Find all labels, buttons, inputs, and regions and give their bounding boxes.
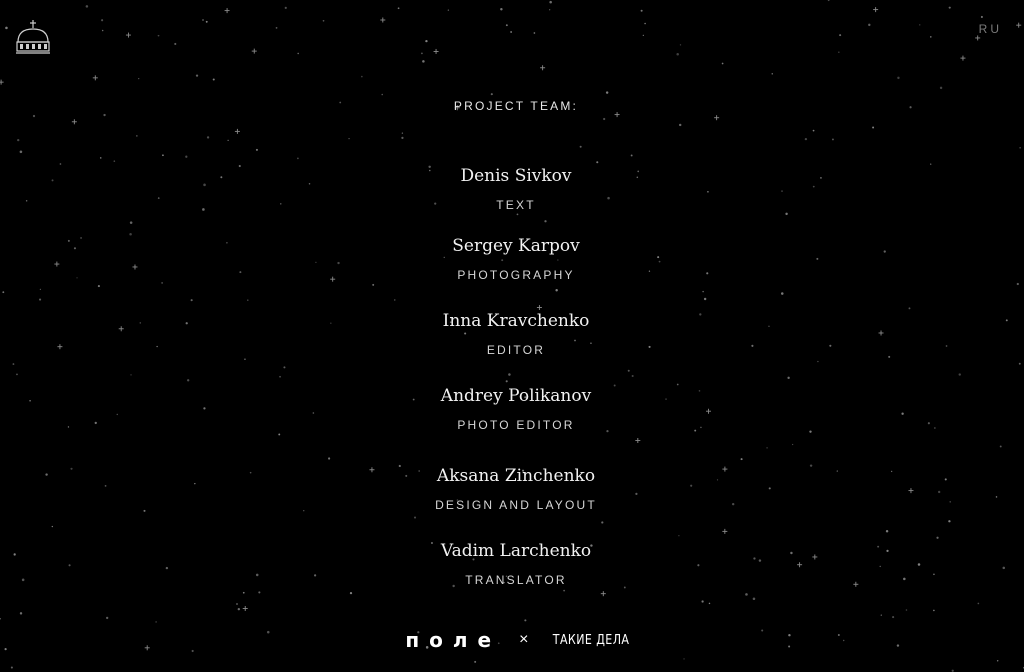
member-name: Aksana Zinchenko (436, 466, 596, 486)
pole-logo-link[interactable]: поле (395, 628, 501, 652)
cross-icon: × (519, 631, 529, 648)
team-heading: PROJECT TEAM: (453, 99, 579, 113)
member-role: PHOTOGRAPHY (457, 268, 575, 282)
member-role: TRANSLATOR (465, 573, 567, 587)
member-name: Sergey Karpov (452, 236, 580, 256)
team-member: Denis Sivkov TEXT (0, 166, 1024, 212)
member-role: DESIGN AND LAYOUT (435, 498, 597, 512)
team-section: PROJECT TEAM: Denis Sivkov TEXT Sergey K… (0, 0, 1024, 672)
team-member: Vadim Larchenko TRANSLATOR (0, 541, 1024, 587)
member-name: Denis Sivkov (460, 166, 572, 186)
member-name: Vadim Larchenko (440, 541, 592, 561)
member-role: PHOTO EDITOR (457, 418, 575, 432)
member-name: Inna Kravchenko (442, 311, 590, 331)
team-member: Inna Kravchenko EDITOR (0, 311, 1024, 357)
member-role: TEXT (496, 198, 536, 212)
team-member: Aksana Zinchenko DESIGN AND LAYOUT (0, 466, 1024, 512)
team-member: Sergey Karpov PHOTOGRAPHY (0, 236, 1024, 282)
team-member: Andrey Polikanov PHOTO EDITOR (0, 386, 1024, 432)
takie-dela-logo-link[interactable]: ТАКИЕ ДЕЛА (553, 633, 630, 648)
partner-footer: поле × ТАКИЕ ДЕЛА (0, 628, 1024, 652)
member-name: Andrey Polikanov (440, 386, 592, 406)
member-role: EDITOR (486, 343, 546, 357)
